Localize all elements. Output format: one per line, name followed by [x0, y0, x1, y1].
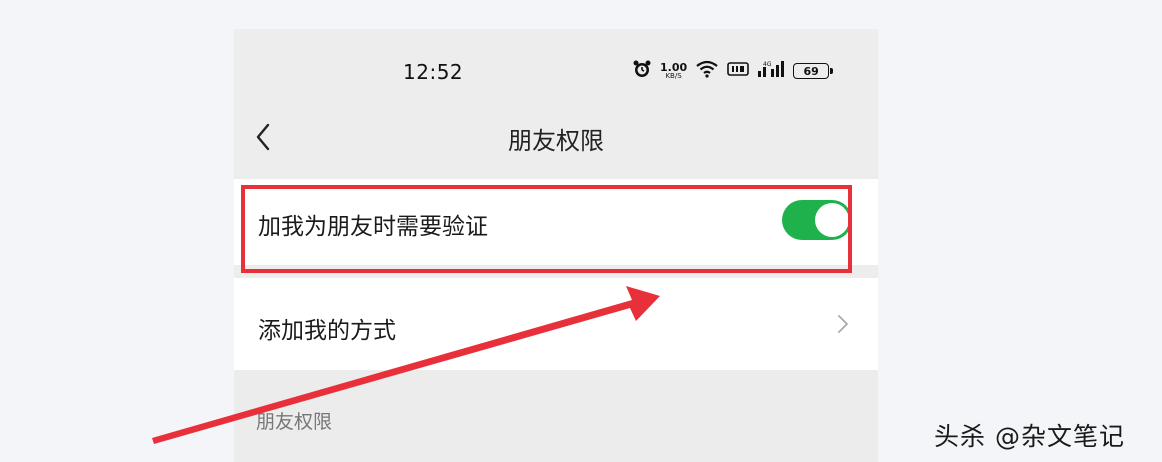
verify-setting-row[interactable]: 加我为朋友时需要验证	[234, 179, 878, 265]
signal-icon: 4G	[757, 60, 785, 82]
page-title: 朋友权限	[508, 127, 604, 155]
toggle-knob	[815, 203, 849, 237]
add-method-label: 添加我的方式	[258, 318, 396, 344]
hd-icon	[727, 61, 749, 81]
status-icons: 1.00 KB/S 4G 69	[632, 59, 834, 83]
net-speed: 1.00 KB/S	[660, 62, 687, 80]
section-header: 朋友权限	[234, 371, 878, 462]
nav-bar: 朋友权限	[234, 109, 878, 175]
battery-icon: 69	[793, 63, 834, 79]
add-method-row[interactable]: 添加我的方式	[234, 278, 878, 370]
battery-level: 69	[803, 64, 819, 78]
net-speed-unit: KB/S	[665, 72, 682, 80]
status-time: 12:52	[403, 60, 464, 84]
svg-text:4G: 4G	[763, 61, 772, 68]
verify-toggle[interactable]	[782, 200, 852, 240]
section-header-label: 朋友权限	[256, 411, 333, 433]
phone-screen: 12:52 1.00 KB/S 4G 69 朋友权限 加我为朋友时需要验证 添加…	[234, 29, 878, 462]
alarm-icon	[632, 59, 652, 83]
watermark: 头杀 @杂文笔记	[934, 422, 1125, 451]
chevron-right-icon	[836, 312, 850, 336]
verify-setting-label: 加我为朋友时需要验证	[258, 214, 488, 240]
wifi-icon	[695, 60, 719, 82]
status-bar: 12:52 1.00 KB/S 4G 69	[234, 29, 878, 109]
